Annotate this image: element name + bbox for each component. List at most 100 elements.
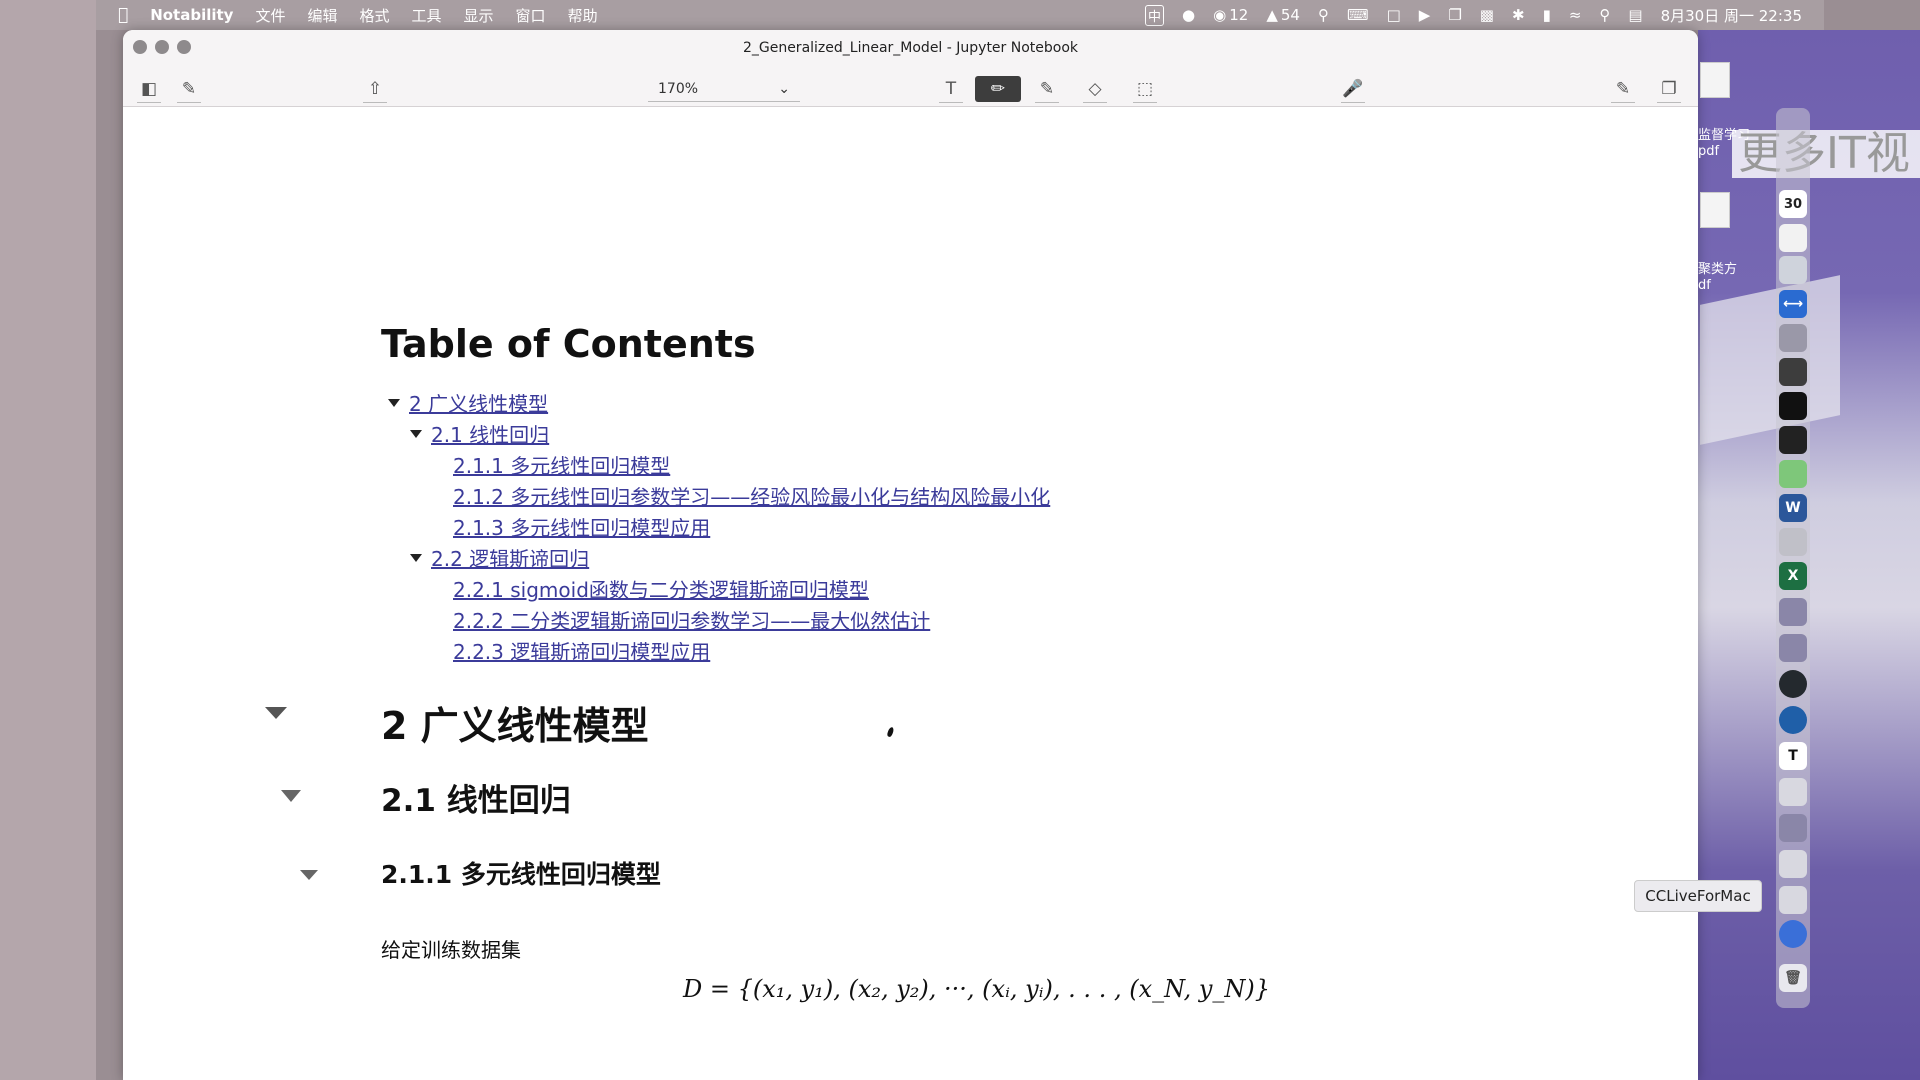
toc-link[interactable]: 2.2.3 逻辑斯谛回归模型应用 — [453, 636, 710, 665]
compose-icon[interactable]: ✎ — [177, 76, 201, 103]
apple-icon[interactable]:  — [118, 5, 128, 25]
menu-window[interactable]: 窗口 — [516, 5, 546, 26]
status-area: 中 ● ◉ 12 ▲ 54 ⚲ ⌨ □ ▶ ❐ ▩ ✱ ▮ ≈ ⚲ ▤ 8月30日 … — [1145, 4, 1802, 26]
menu-help[interactable]: 帮助 — [568, 5, 598, 26]
toc-link[interactable]: 2.2 逻辑斯谛回归 — [431, 543, 589, 572]
dictionary-icon[interactable] — [1779, 814, 1807, 842]
section-collapse-icon[interactable] — [265, 707, 287, 719]
highlighter-icon[interactable]: ✎ — [1035, 76, 1059, 103]
desktop-file-icon[interactable] — [1700, 62, 1730, 98]
excel-icon[interactable]: X — [1779, 562, 1807, 590]
scrobble-icon[interactable]: ▩ — [1480, 6, 1494, 24]
desktop-photo — [1700, 275, 1840, 445]
menu-file[interactable]: 文件 — [255, 5, 285, 26]
books-icon[interactable] — [1779, 850, 1807, 878]
math-formula: D = {(x₁, y₁), (x₂, y₂), ···, (xᵢ, yᵢ), … — [683, 975, 1271, 1003]
vscode-icon[interactable]: ⟷ — [1779, 290, 1807, 318]
desktop-file-label[interactable]: df — [1698, 278, 1711, 293]
toc-collapse-icon[interactable] — [410, 430, 422, 438]
pen-app-icon[interactable] — [1779, 920, 1807, 948]
toolbar: ◧ ✎ ⇧ 170% ⌄ T ✏ ✎ ◇ ⬚ 🎤 ✎ ❐ — [123, 76, 1698, 107]
section-collapse-icon[interactable] — [281, 790, 301, 802]
mindmap-icon[interactable] — [1779, 706, 1807, 734]
toc-title: Table of Contents — [381, 322, 756, 366]
microphone-icon[interactable]: 🎤 — [1341, 76, 1365, 103]
evernote-icon[interactable]: ● — [1182, 6, 1195, 24]
menu-format[interactable]: 格式 — [360, 5, 390, 26]
page-content[interactable]: Table of Contents 2 广义线性模型 2.1 线性回归 2.1.… — [123, 107, 1698, 1080]
body-text: 给定训练数据集 — [381, 938, 521, 962]
eraser-icon[interactable]: ◇ — [1083, 76, 1107, 103]
qq-icon: ▲ — [1266, 6, 1278, 24]
battery-icon[interactable]: ▮ — [1543, 6, 1551, 24]
dock-tooltip: CCLiveForMac — [1634, 880, 1762, 912]
ink-stroke — [886, 726, 895, 738]
spotlight-icon[interactable]: ⚲ — [1599, 6, 1610, 24]
system-icon[interactable] — [1779, 324, 1807, 352]
pen-tool-icon[interactable]: ✏ — [975, 76, 1021, 102]
title-bar: 2_Generalized_Linear_Model - Jupyter Not… — [123, 30, 1698, 76]
toc-link[interactable]: 2.2.2 二分类逻辑斯谛回归参数学习——最大似然估计 — [453, 605, 930, 634]
watermark-banner: 更多IT视 — [1732, 130, 1920, 178]
pages-icon[interactable]: ❐ — [1657, 76, 1681, 103]
desktop-file-label[interactable]: 聚类方 — [1698, 258, 1737, 277]
wechat-icon: ◉ — [1213, 6, 1227, 24]
section-collapse-icon[interactable] — [300, 870, 318, 880]
toc-collapse-icon[interactable] — [388, 399, 400, 407]
trash-icon[interactable]: 🗑 — [1779, 964, 1807, 992]
desktop-file-label[interactable]: pdf — [1698, 144, 1719, 159]
lasso-icon[interactable]: ⬚ — [1133, 76, 1157, 103]
app-status-icon[interactable]: □ — [1387, 6, 1401, 24]
wechat-count: 12 — [1229, 6, 1249, 24]
preview-icon[interactable] — [1779, 778, 1807, 806]
toc-link[interactable]: 2.2.1 sigmoid函数与二分类逻辑斯谛回归模型 — [453, 574, 869, 603]
bluetooth-icon[interactable]: ✱ — [1512, 6, 1525, 24]
sync-icon[interactable] — [1779, 598, 1807, 626]
evernote-app-icon[interactable] — [1779, 358, 1807, 386]
wechat-status[interactable]: ◉ 12 — [1213, 6, 1248, 24]
toc-link[interactable]: 2.1.2 多元线性回归参数学习——经验风险最小化与结构风险最小化 — [453, 481, 1050, 510]
menu-tools[interactable]: 工具 — [412, 5, 442, 26]
clock[interactable]: 8月30日 周一 22:35 — [1661, 5, 1802, 26]
github-icon[interactable] — [1779, 670, 1807, 698]
zoom-select[interactable]: 170% ⌄ — [648, 76, 800, 102]
cclive-icon[interactable] — [1779, 886, 1807, 914]
share-icon[interactable]: ⇧ — [363, 76, 387, 103]
qq-count: 54 — [1280, 6, 1300, 24]
wechat-app-icon[interactable] — [1779, 460, 1807, 488]
sidebar-toggle-icon[interactable]: ◧ — [137, 76, 161, 103]
app-name-menu[interactable]: Notability — [150, 6, 233, 24]
toc-collapse-icon[interactable] — [410, 554, 422, 562]
screen-share-icon[interactable] — [1779, 528, 1807, 556]
toc-link[interactable]: 2.1.1 多元线性回归模型 — [453, 450, 670, 479]
terminal-icon[interactable] — [1779, 392, 1807, 420]
menubar:  Notability 文件 编辑 格式 工具 显示 窗口 帮助 中 ● ◉1… — [96, 0, 1824, 30]
play-icon[interactable]: ▶ — [1419, 6, 1431, 24]
subsubsection-heading: 2.1.1 多元线性回归模型 — [381, 860, 661, 889]
qq-status[interactable]: ▲ 54 — [1266, 6, 1300, 24]
toc-link[interactable]: 2.1 线性回归 — [431, 419, 549, 448]
desktop-left — [0, 0, 96, 1080]
wifi-icon[interactable]: ≈ — [1569, 6, 1582, 24]
qq-app-icon[interactable] — [1779, 426, 1807, 454]
chevron-down-icon: ⌄ — [778, 80, 790, 97]
control-center-icon[interactable]: ▤ — [1628, 6, 1642, 24]
pencil-settings-icon[interactable]: ✎ — [1611, 76, 1635, 103]
section-heading: 2 广义线性模型 — [381, 704, 649, 748]
toc-link[interactable]: 2.1.3 多元线性回归模型应用 — [453, 512, 710, 541]
menu-edit[interactable]: 编辑 — [307, 5, 337, 26]
typora-icon[interactable]: T — [1779, 742, 1807, 770]
desktop-file-icon[interactable] — [1700, 192, 1730, 228]
word-icon[interactable]: W — [1779, 494, 1807, 522]
text-tool-icon[interactable]: T — [939, 76, 963, 103]
finder-icon[interactable] — [1779, 224, 1807, 252]
phone-icon[interactable] — [1779, 256, 1807, 284]
keyboard-icon[interactable]: ⌨ — [1347, 6, 1369, 24]
reader-icon[interactable] — [1779, 634, 1807, 662]
screens-icon[interactable]: ❐ — [1448, 6, 1461, 24]
calendar-icon[interactable]: 30 — [1779, 190, 1807, 218]
search-status-icon[interactable]: ⚲ — [1318, 6, 1329, 24]
input-method-icon[interactable]: 中 — [1145, 4, 1165, 26]
menu-view[interactable]: 显示 — [464, 5, 494, 26]
toc-link[interactable]: 2 广义线性模型 — [409, 388, 548, 417]
